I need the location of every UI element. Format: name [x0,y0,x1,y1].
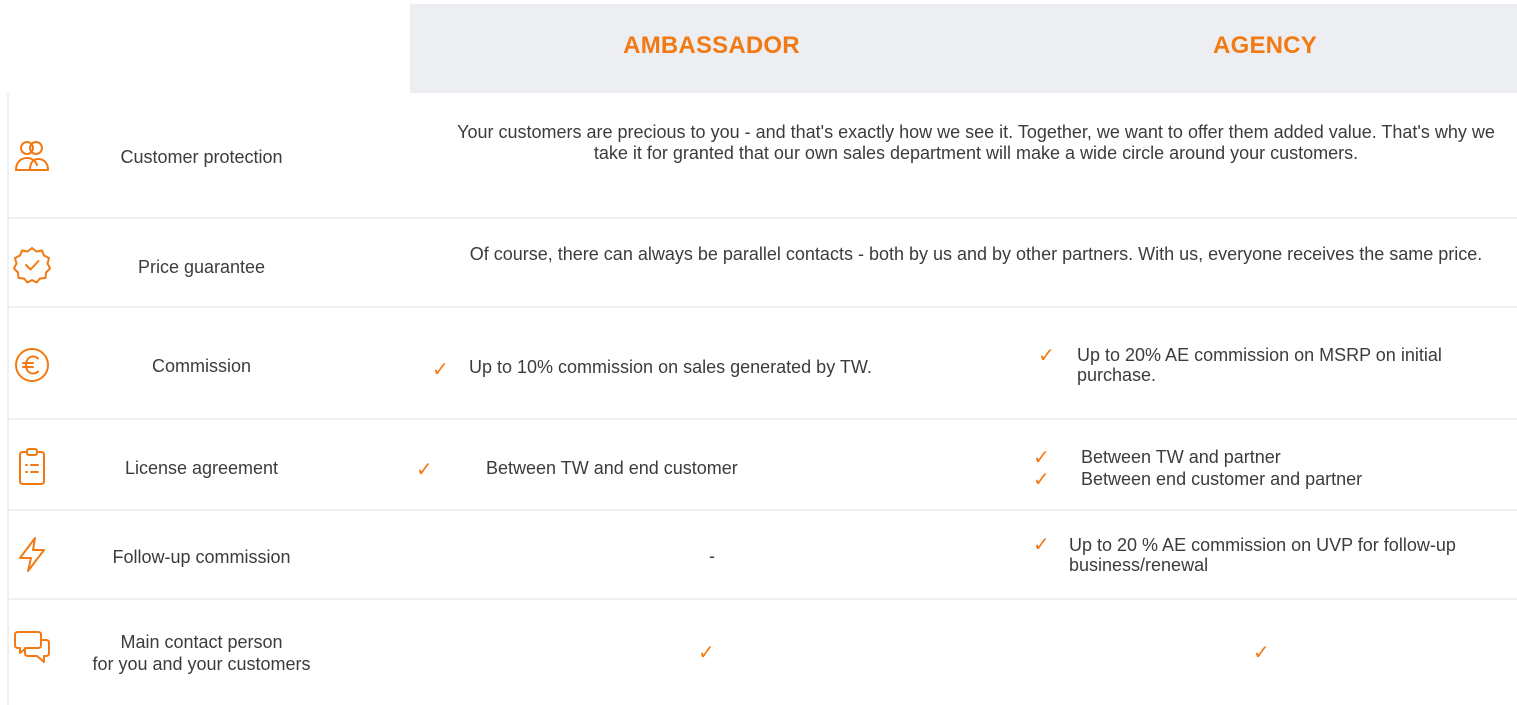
column-header-ambassador: AMBASSADOR [623,32,800,59]
check-icon: ✓ [1038,345,1055,367]
clipboard-list-icon [12,446,52,486]
row-label-customer-protection: Customer protection [120,147,283,167]
check-icon: ✓ [432,359,449,381]
agency-commission-text: Up to 20% AE commission on MSRP on initi… [1077,345,1442,385]
customer-protection-description: Your customers are precious to you - and… [457,122,1495,163]
chat-bubbles-icon [12,628,52,668]
row-label-follow-up-commission: Follow-up commission [112,547,291,567]
agency-license-text-1: Between TW and partner [1081,447,1281,467]
row-label-commission: Commission [151,356,252,376]
row-divider [9,598,1517,600]
badge-check-icon [12,245,52,285]
lightning-icon [12,534,52,574]
row-divider [9,509,1517,511]
euro-coin-icon [12,345,52,385]
check-icon: ✓ [1253,642,1270,664]
check-icon: ✓ [1033,469,1050,491]
ambassador-license-text: Between TW and end customer [486,458,738,478]
check-icon: ✓ [1033,534,1050,556]
ambassador-follow-up-text: - [709,546,715,566]
row-label-license-agreement: License agreement [124,458,279,478]
row-divider [9,418,1517,420]
row-label-main-contact-line2: for you and your customers [92,654,311,674]
table-left-border [7,93,9,705]
row-divider [9,306,1517,308]
row-label-price-guarantee: Price guarantee [137,257,266,277]
agency-license-text-2: Between end customer and partner [1081,469,1363,489]
price-guarantee-description: Of course, there can always be parallel … [469,244,1483,264]
column-header-agency: AGENCY [1213,32,1317,59]
ambassador-commission-text: Up to 10% commission on sales generated … [469,357,872,377]
row-divider [9,217,1517,219]
check-icon: ✓ [416,459,433,481]
row-label-main-contact-line1: Main contact person [120,632,283,652]
agency-follow-up-text: Up to 20 % AE commission on UVP for foll… [1069,535,1456,575]
check-icon: ✓ [698,642,715,664]
people-icon [12,138,52,178]
